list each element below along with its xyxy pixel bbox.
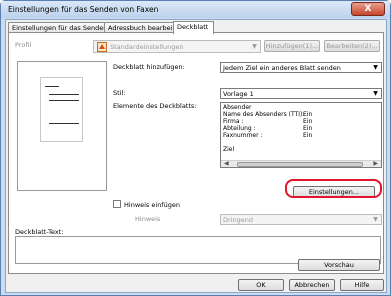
dialog-client: Einstellungen für das Senden Adressbuch …: [5, 19, 387, 293]
profile-edit-button[interactable]: Bearbeiten(2)...: [324, 40, 380, 52]
notice-select[interactable]: Dringend ▼: [220, 214, 382, 225]
cover-preview: [17, 61, 107, 191]
chevron-down-icon: ▼: [373, 64, 378, 71]
preview-line: [49, 123, 79, 124]
chevron-down-icon: ▼: [252, 43, 257, 50]
ok-button[interactable]: OK: [238, 279, 284, 291]
style-value: Vorlage 1: [223, 90, 254, 98]
attach-label: Deckblatt hinzufügen:: [113, 63, 185, 71]
list-item-value: Ein: [303, 118, 313, 125]
scroll-right-icon[interactable]: ▶: [373, 160, 378, 167]
profile-add-button[interactable]: Hinzufügen(1)...: [264, 40, 320, 52]
cover-text-label: Deckblatt-Text:: [15, 228, 64, 236]
notice-label: Hinweis: [135, 215, 161, 223]
attach-value: Jedem Ziel ein anderes Blatt senden: [223, 64, 341, 72]
help-button[interactable]: Hilfe: [340, 279, 384, 291]
list-item: Ziel: [223, 146, 235, 153]
close-button[interactable]: X: [351, 2, 385, 16]
profile-icon: [97, 42, 107, 52]
list-item: Name des Absenders (TTI):: [223, 111, 305, 118]
profile-select[interactable]: Standardeinstellungen ▼: [93, 40, 261, 53]
notice-checkbox[interactable]: [113, 200, 121, 208]
list-item: Firma :: [223, 118, 244, 125]
scroll-thumb[interactable]: [237, 162, 363, 167]
preview-page: [40, 77, 83, 142]
elements-label: Elemente des Deckblatts:: [113, 102, 197, 110]
chevron-down-icon: ▼: [373, 216, 378, 223]
preview-line: [49, 100, 79, 101]
profile-value: Standardeinstellungen: [110, 43, 184, 51]
style-select[interactable]: Vorlage 1 ▼: [220, 88, 382, 99]
horizontal-scrollbar[interactable]: ◀ ▶: [221, 160, 381, 167]
cancel-button[interactable]: Abbrechen: [289, 279, 335, 291]
style-label: Stil:: [113, 89, 126, 97]
list-item: Absender: [223, 104, 252, 111]
elements-list[interactable]: Absender Name des Absenders (TTI): Ein F…: [220, 102, 382, 168]
highlight-ring: [285, 179, 382, 198]
list-item: Abteilung :: [223, 125, 256, 132]
dialog-window: Einstellungen für das Senden von Faxen X…: [0, 0, 391, 296]
profile-label: Profil: [15, 41, 32, 49]
chevron-down-icon: ▼: [373, 90, 378, 97]
preview-line: [45, 86, 59, 87]
list-item-value: Ein: [303, 125, 313, 132]
list-item-value: Ein: [303, 132, 313, 139]
preview-button[interactable]: Vorschau: [298, 259, 380, 271]
preview-line: [49, 94, 79, 95]
window-title: Einstellungen für das Senden von Faxen: [8, 5, 159, 14]
notice-value: Dringend: [223, 216, 253, 224]
list-item: Faxnummer :: [223, 132, 263, 139]
notice-checkbox-label: Hinweis einfügen: [124, 201, 180, 209]
scroll-left-icon[interactable]: ◀: [224, 160, 229, 167]
attach-select[interactable]: Jedem Ziel ein anderes Blatt senden ▼: [220, 62, 382, 73]
list-item-value: Ein: [303, 111, 313, 118]
tab-cover-sheet[interactable]: Deckblatt: [173, 21, 214, 34]
cover-sheet-panel: Profil Standardeinstellungen ▼ Hinzufüge…: [8, 32, 384, 274]
title-bar[interactable]: Einstellungen für das Senden von Faxen X: [1, 1, 390, 18]
